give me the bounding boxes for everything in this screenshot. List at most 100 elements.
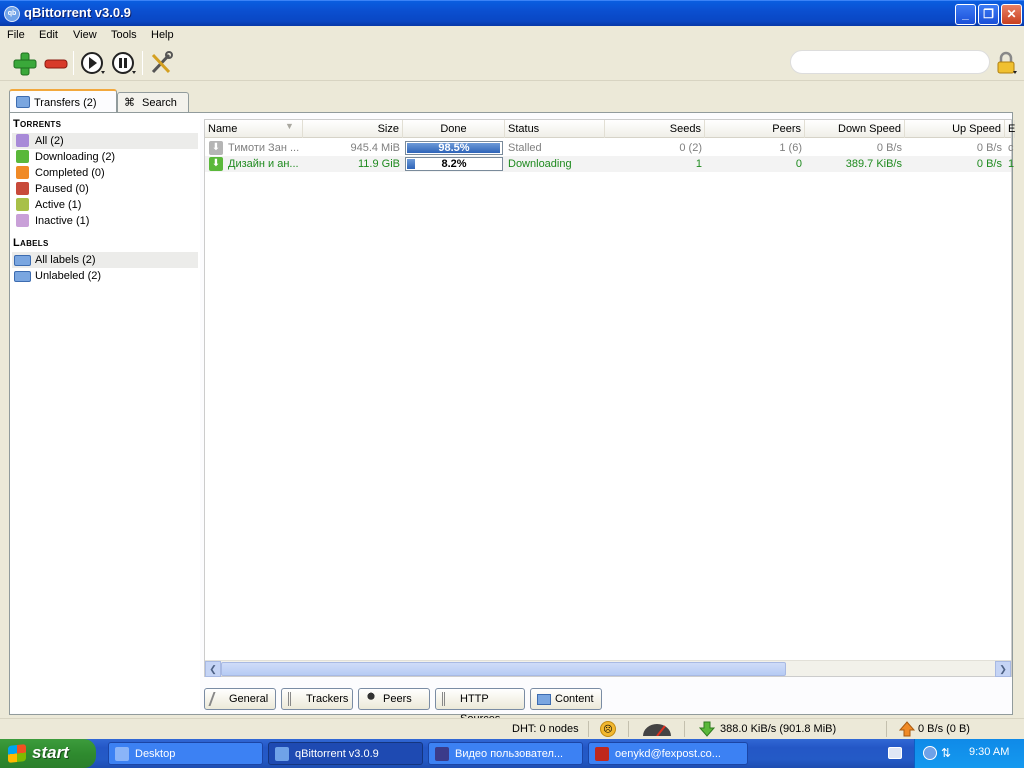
minimize-button[interactable]: _	[955, 4, 976, 25]
pause-icon	[16, 182, 29, 195]
main-tabs: Transfers (2) ⌘ Search	[0, 88, 1024, 114]
sidebar-filter-item[interactable]: Paused (0)	[12, 181, 198, 197]
sidebar-filter-label: Downloading (2)	[35, 151, 116, 163]
sidebar-filter-item[interactable]: Downloading (2)	[12, 149, 198, 165]
column-header-peers[interactable]: Peers	[705, 120, 805, 138]
download-speed-text: 388.0 KiB/s (901.8 MiB)	[720, 723, 837, 735]
properties-tabs: General Trackers Peers HTTP Sources Cont…	[204, 688, 1012, 725]
content-folder-icon	[537, 694, 551, 705]
progress-bar-text: 8.2%	[441, 158, 467, 170]
horizontal-scrollbar[interactable]: ❮ ❯	[205, 660, 1011, 677]
all-icon	[16, 134, 29, 147]
column-header-status[interactable]: Status	[505, 120, 605, 138]
torrent-list[interactable]: Name Size Done Status Seeds Peers Down Speed Up…	[204, 119, 1015, 677]
sidebar-label-item[interactable]: All labels (2)	[12, 252, 198, 268]
taskbar-task[interactable]: oenykd@fexpost.co...	[588, 742, 748, 765]
scroll-right-button[interactable]: ❯	[995, 661, 1011, 677]
progress-bar: 98.5%	[405, 141, 503, 155]
sidebar-filter-item[interactable]: Active (1)	[12, 197, 198, 213]
maximize-button[interactable]: ❐	[978, 4, 999, 25]
restore-icon: ❐	[983, 7, 994, 21]
torrent-seeds-cell: 0 (2)	[679, 142, 702, 154]
remove-torrent-button[interactable]	[43, 51, 69, 77]
taskbar-task[interactable]: Видео пользовател...	[428, 742, 583, 765]
sidebar-label-text: All labels (2)	[35, 254, 96, 266]
system-tray: ⇅ 9:30 AM	[914, 739, 1024, 768]
network-tray-icon[interactable]: ⇅	[941, 746, 955, 760]
qbittorrent-tray-icon[interactable]	[923, 746, 937, 760]
tab-trackers[interactable]: Trackers	[281, 688, 353, 710]
tab-transfers[interactable]: Transfers (2)	[9, 89, 117, 114]
tab-content[interactable]: Content	[530, 688, 602, 710]
tab-peers[interactable]: Peers	[358, 688, 430, 710]
dht-status: DHT: 0 nodes	[512, 723, 579, 735]
sidebar-filter-label: Active (1)	[35, 199, 82, 211]
labels-heading: Labels	[13, 237, 49, 249]
minimize-icon: _	[962, 7, 969, 21]
minus-icon	[44, 59, 68, 69]
lock-icon	[997, 51, 1017, 74]
qbittorrent-app-icon: qb	[4, 6, 20, 22]
tab-search[interactable]: ⌘ Search	[117, 92, 189, 112]
progress-bar: 8.2%	[405, 157, 503, 171]
progress-bar-text: 98.5%	[438, 142, 470, 154]
folder-icon	[14, 271, 31, 282]
resume-button[interactable]	[80, 50, 106, 76]
column-header-seeds[interactable]: Seeds	[605, 120, 705, 138]
tab-search-label: Search	[142, 97, 177, 109]
taskbar-task[interactable]: Desktop	[108, 742, 263, 765]
keyboard-tray-icon[interactable]	[888, 747, 902, 759]
clock[interactable]: 9:30 AM	[969, 746, 1009, 758]
scroll-thumb[interactable]	[221, 662, 786, 676]
taskbar-task-label: oenykd@fexpost.co...	[615, 748, 721, 760]
pause-button[interactable]	[111, 50, 137, 76]
menu-help[interactable]: Help	[151, 29, 174, 41]
search-input[interactable]	[790, 50, 990, 74]
menu-tools[interactable]: Tools	[111, 29, 137, 41]
options-button[interactable]	[149, 50, 175, 76]
column-header-down-speed[interactable]: Down Speed	[805, 120, 905, 138]
add-torrent-button[interactable]	[12, 51, 38, 77]
torrent-extra-cell: c	[1008, 142, 1014, 154]
binoculars-icon: ⌘	[124, 97, 135, 109]
torrents-heading: Torrents	[13, 118, 62, 130]
torrent-down-cell: 0 B/s	[876, 142, 902, 154]
folder-icon	[14, 255, 31, 266]
sidebar-filter-item[interactable]: Inactive (1)	[12, 213, 198, 229]
sidebar-label-item[interactable]: Unlabeled (2)	[12, 268, 198, 284]
chevron-left-icon: ❮	[209, 664, 217, 674]
menu-file[interactable]: File	[7, 29, 25, 41]
column-header-size[interactable]: Size	[303, 120, 403, 138]
download-speed-icon	[698, 721, 716, 737]
close-button[interactable]: ✕	[1001, 4, 1022, 25]
menu-edit[interactable]: Edit	[39, 29, 58, 41]
video-icon	[435, 747, 449, 761]
tab-trackers-label: Trackers	[306, 693, 349, 705]
filezilla-icon	[595, 747, 609, 761]
torrent-row[interactable]: Тимоти Зан ... 945.4 MiB 98.5% Stalled 0 (2)…	[205, 140, 1014, 156]
column-header-e[interactable]: E	[1005, 120, 1015, 138]
plus-icon	[13, 52, 37, 76]
lock-button[interactable]	[996, 51, 1018, 75]
torrent-row[interactable]: Дизайн и ан... 11.9 GiB 8.2% Downloading 1 0 3…	[205, 156, 1014, 172]
taskbar-task-label: Desktop	[135, 748, 176, 760]
title-bar[interactable]: qb qBittorrent v3.0.9 _ ❐ ✕	[0, 0, 1024, 26]
tab-peers-label: Peers	[383, 693, 412, 705]
sort-arrow-icon: ▼	[285, 121, 294, 131]
torrent-peers-cell: 0	[795, 158, 802, 170]
tab-http-sources[interactable]: HTTP Sources	[435, 688, 525, 725]
column-header-done[interactable]: Done	[403, 120, 505, 138]
column-header-up-speed[interactable]: Up Speed	[905, 120, 1005, 138]
speed-limit-icon[interactable]	[641, 722, 673, 737]
pause-icon	[112, 52, 136, 74]
toolbar-separator	[142, 51, 143, 75]
taskbar-task[interactable]: qBittorrent v3.0.9	[268, 742, 423, 765]
tab-general[interactable]: General	[204, 688, 276, 710]
connection-status-icon[interactable]: ☹	[600, 721, 616, 737]
scroll-left-button[interactable]: ❮	[205, 661, 221, 677]
torrent-up-cell: 0 B/s	[976, 142, 1002, 154]
sidebar-filter-item[interactable]: Completed (0)	[12, 165, 198, 181]
menu-view[interactable]: View	[73, 29, 97, 41]
sidebar-filter-item[interactable]: All (2)	[12, 133, 198, 149]
tab-transfers-label: Transfers (2)	[34, 97, 97, 109]
